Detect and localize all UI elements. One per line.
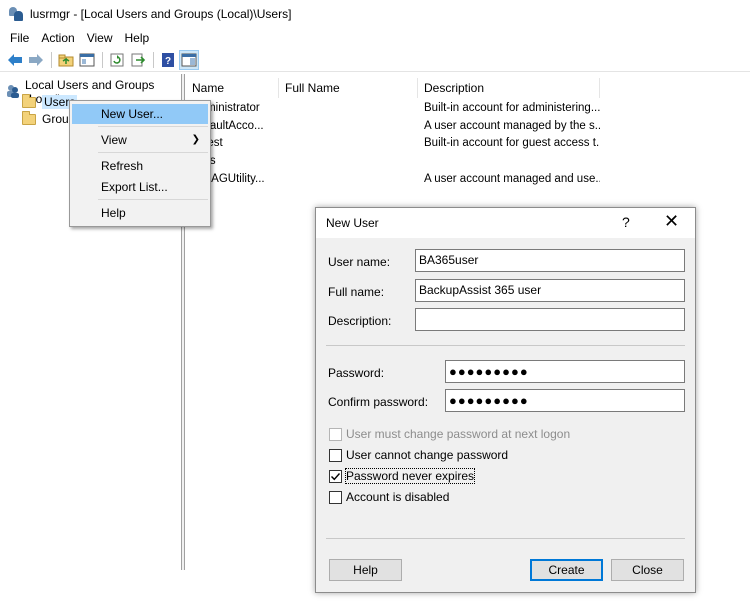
menu-separator <box>98 126 208 127</box>
menu-item-refresh[interactable]: Refresh <box>72 156 208 176</box>
user-full-name-cell <box>279 100 418 117</box>
table-row[interactable]: WDAGUtility... A user account managed an… <box>186 171 600 188</box>
menu-bar: File Action View Help <box>0 28 750 48</box>
create-button[interactable]: Create <box>530 559 603 581</box>
menu-item-new-user[interactable]: New User... <box>72 104 208 124</box>
checkmark-icon <box>331 472 341 480</box>
help-question-icon[interactable]: ? <box>622 214 630 230</box>
user-description-cell <box>418 153 600 170</box>
user-description-cell: A user account managed by the s... <box>424 120 600 132</box>
table-row[interactable]: Administrator Built-in account for admin… <box>186 100 600 117</box>
show-hide-tree-icon[interactable] <box>77 50 97 70</box>
dialog-divider <box>326 345 685 346</box>
full-name-label: Full name: <box>328 285 385 299</box>
dialog-title-bar: New User ? ✕ <box>316 208 695 238</box>
back-arrow-icon[interactable] <box>5 50 25 70</box>
help-icon[interactable]: ? <box>158 50 178 70</box>
password-never-expires-label: Password never expires <box>344 468 476 484</box>
window-title: lusrmgr - [Local Users and Groups (Local… <box>30 7 292 21</box>
users-groups-icon <box>6 84 20 101</box>
menu-view[interactable]: View <box>81 31 119 45</box>
up-folder-icon[interactable] <box>56 50 76 70</box>
user-full-name-cell <box>279 135 418 152</box>
toolbar-separator <box>153 51 154 68</box>
password-field[interactable]: ●●●●●●●●● <box>445 360 685 383</box>
user-full-name-cell <box>279 171 418 188</box>
menu-item-export-list[interactable]: Export List... <box>72 177 208 197</box>
forward-arrow-icon[interactable] <box>26 50 46 70</box>
table-row[interactable]: linus <box>186 153 600 170</box>
users-app-icon <box>8 6 24 22</box>
confirm-password-label: Confirm password: <box>328 395 429 409</box>
menu-help[interactable]: Help <box>119 31 156 45</box>
full-name-field[interactable]: BackupAssist 365 user <box>415 279 685 302</box>
close-button[interactable]: Close <box>611 559 684 581</box>
svg-text:?: ? <box>165 56 171 67</box>
table-row[interactable]: DefaultAcco... A user account managed by… <box>186 118 600 135</box>
account-disabled-label: Account is disabled <box>346 490 450 504</box>
menu-action[interactable]: Action <box>35 31 80 45</box>
user-description-cell: Built-in account for administering... <box>424 102 600 114</box>
must-change-password-option[interactable]: User must change password at next logon <box>329 427 570 441</box>
cannot-change-password-option[interactable]: User cannot change password <box>329 448 508 462</box>
user-name-label: User name: <box>328 255 391 269</box>
description-field[interactable] <box>415 308 685 331</box>
properties-pane-icon[interactable] <box>179 49 199 70</box>
refresh-icon[interactable] <box>107 50 127 70</box>
cannot-change-password-label: User cannot change password <box>346 448 509 462</box>
export-list-icon[interactable] <box>128 50 148 70</box>
dialog-divider <box>326 538 685 539</box>
user-full-name-cell <box>279 153 418 170</box>
menu-separator <box>98 199 208 200</box>
user-description-cell: A user account managed and use... <box>424 173 600 185</box>
column-header-full-name[interactable]: Full Name <box>279 78 418 98</box>
column-header-name[interactable]: Name <box>186 78 279 98</box>
menu-item-view-label: View <box>101 133 127 147</box>
user-description-cell: Built-in account for guest access t... <box>424 137 600 149</box>
user-name-field[interactable]: BA365user <box>415 249 685 272</box>
table-row[interactable]: Guest Built-in account for guest access … <box>186 135 600 152</box>
help-button[interactable]: Help <box>329 559 402 581</box>
toolbar-separator <box>51 51 52 68</box>
new-user-dialog: New User ? ✕ User name: BA365user Full n… <box>315 207 696 593</box>
menu-item-help[interactable]: Help <box>72 203 208 223</box>
menu-file[interactable]: File <box>4 31 35 45</box>
description-label: Description: <box>328 314 392 328</box>
list-header: Name Full Name Description <box>186 78 600 98</box>
dialog-title: New User <box>326 216 379 230</box>
context-menu: New User... View ❯ Refresh Export List..… <box>69 100 211 227</box>
toolbar-separator <box>102 51 103 68</box>
account-disabled-option[interactable]: Account is disabled <box>329 490 449 504</box>
title-bar: lusrmgr - [Local Users and Groups (Local… <box>0 0 750 28</box>
close-icon[interactable]: ✕ <box>664 211 679 231</box>
cannot-change-password-checkbox[interactable] <box>329 448 342 462</box>
account-disabled-checkbox[interactable] <box>329 490 342 504</box>
menu-item-view[interactable]: View ❯ <box>72 130 208 150</box>
column-header-description[interactable]: Description <box>418 78 600 98</box>
folder-icon <box>22 93 36 108</box>
must-change-password-label: User must change password at next logon <box>346 427 571 441</box>
password-never-expires-option[interactable]: Password never expires <box>329 468 476 484</box>
folder-icon <box>22 110 36 125</box>
chevron-right-icon: ❯ <box>191 134 200 145</box>
menu-separator <box>98 152 208 153</box>
toolbar: ? <box>0 48 750 72</box>
user-full-name-cell <box>279 118 418 135</box>
password-label: Password: <box>328 366 385 380</box>
password-never-expires-checkbox[interactable] <box>329 469 342 483</box>
must-change-password-checkbox[interactable] <box>329 427 342 441</box>
confirm-password-field[interactable]: ●●●●●●●●● <box>445 389 685 412</box>
